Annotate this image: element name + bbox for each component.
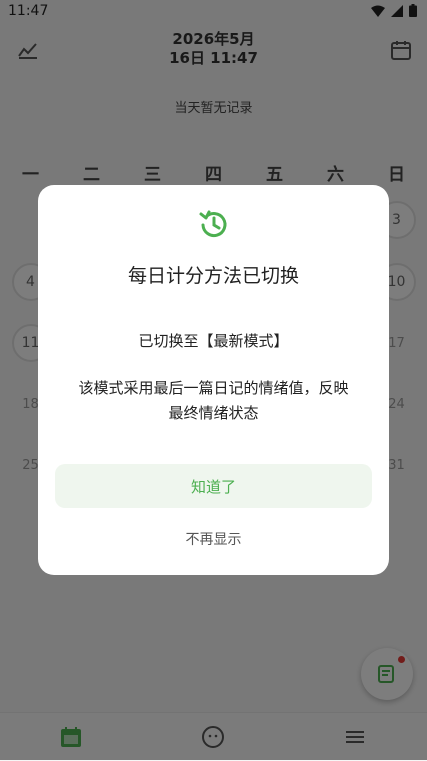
history-icon xyxy=(198,208,230,240)
dialog-body: 该模式采用最后一篇日记的情绪值，反映 最终情绪状态 xyxy=(62,376,365,426)
dialog-body-line: 最终情绪状态 xyxy=(168,404,259,422)
dialog-body-line: 该模式采用最后一篇日记的情绪值，反映 xyxy=(78,379,349,397)
dialog-subtitle: 已切换至【最新模式】 xyxy=(138,332,289,350)
dont-show-again-button[interactable]: 不再显示 xyxy=(38,529,389,549)
confirm-button[interactable]: 知道了 xyxy=(55,464,372,508)
dialog-title: 每日计分方法已切换 xyxy=(127,265,299,287)
scoring-method-dialog: 每日计分方法已切换 已切换至【最新模式】 该模式采用最后一篇日记的情绪值，反映 … xyxy=(38,185,389,575)
